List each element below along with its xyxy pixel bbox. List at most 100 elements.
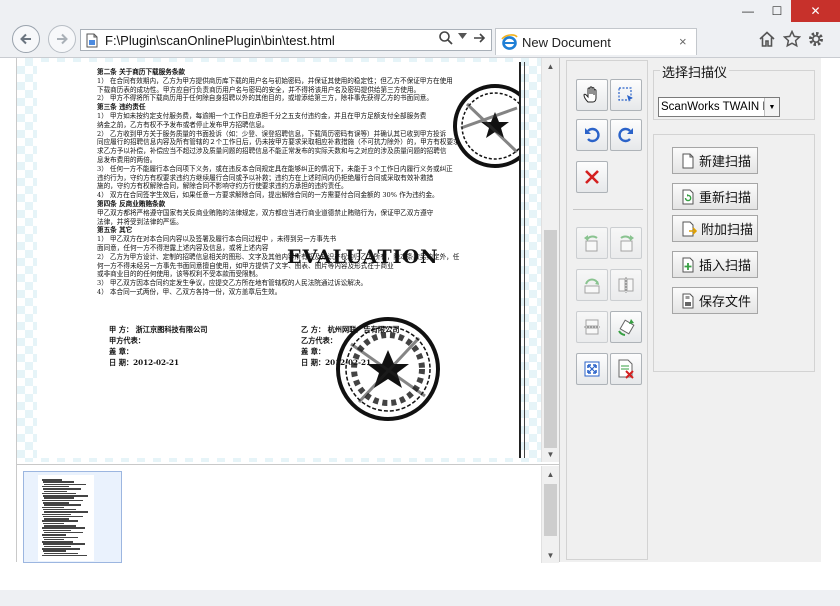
flip-icon xyxy=(584,319,600,335)
rotate-180-icon xyxy=(584,278,600,294)
thumbnail-text-line xyxy=(42,554,87,557)
scanner-group: 选择扫描仪 ScanWorks TWAIN Im ▼ xyxy=(653,62,815,120)
scroll-up-icon[interactable]: ▲ xyxy=(542,58,559,74)
thumbnail-text-line xyxy=(43,529,71,532)
scroll-down-icon[interactable]: ▼ xyxy=(542,547,559,563)
thumbnail-scrollbar[interactable]: ▲ ▼ xyxy=(541,466,559,563)
thumbnail-text-line xyxy=(44,511,88,513)
tab-close-button[interactable]: × xyxy=(679,34,687,49)
fit-size-icon xyxy=(584,361,600,377)
thumbnail-text-line xyxy=(44,504,81,506)
redo-button[interactable] xyxy=(610,119,642,151)
scanner-select[interactable]: ScanWorks TWAIN Im ▼ xyxy=(658,97,780,117)
rotate-arbitrary-button[interactable] xyxy=(610,311,642,343)
thumbnail-text-line xyxy=(44,545,71,548)
signature-row: 盖 章： 盖 章： xyxy=(109,346,509,357)
page-thumbnail[interactable] xyxy=(23,471,122,563)
rotate-right-button[interactable] xyxy=(610,227,642,259)
arrow-left-icon xyxy=(20,33,31,45)
rotate-left-button[interactable] xyxy=(576,227,608,259)
rotate-right-icon xyxy=(620,235,634,252)
hand-icon xyxy=(583,86,597,103)
signature-row: 日 期：2012-02-21 日 期：2012-02-21 xyxy=(109,357,509,368)
image-viewer[interactable]: 第二条 关于商历下载服务条款 1） 在合同有效期内，乙方为甲方提供商历库下载的用户… xyxy=(17,58,559,462)
scroll-up-icon[interactable]: ▲ xyxy=(542,466,559,482)
thumbnail-page-image xyxy=(38,475,94,561)
scan-plugin-area: 第二条 关于商历下载服务条款 1） 在合同有效期内，乙方为甲方提供商历库下载的用户… xyxy=(16,58,821,563)
thumbnail-text-line xyxy=(42,499,83,502)
thumbnail-text-line xyxy=(42,520,78,522)
back-button[interactable] xyxy=(12,25,40,53)
select-tool-button[interactable] xyxy=(610,79,642,111)
thumbnail-text-line xyxy=(44,497,74,499)
go-arrow-icon[interactable] xyxy=(472,30,488,46)
page-edge-line xyxy=(519,62,521,458)
window-maximize-button[interactable]: ☐ xyxy=(763,0,791,22)
signature-row: 甲 方： 浙江京图科技有限公司乙 方： 杭州网联广告有限公司 xyxy=(109,324,509,335)
gear-icon[interactable] xyxy=(807,30,825,48)
scroll-thumb[interactable] xyxy=(544,484,557,536)
home-icon[interactable] xyxy=(758,30,776,48)
scroll-down-icon[interactable]: ▼ xyxy=(542,446,559,462)
thumbnail-text-line xyxy=(44,525,76,527)
flip-button[interactable] xyxy=(576,311,608,343)
rotate-180-button[interactable] xyxy=(576,269,608,301)
forward-button[interactable] xyxy=(48,25,76,53)
search-icon[interactable] xyxy=(438,30,454,46)
new-scan-button[interactable]: 新建扫描 xyxy=(672,147,758,174)
pan-tool-button[interactable] xyxy=(576,79,608,111)
chevron-down-icon[interactable]: ▼ xyxy=(764,98,779,116)
tab-label: New Document xyxy=(522,35,611,50)
tool-palette xyxy=(566,60,648,560)
thumbnail-text-line xyxy=(43,508,76,511)
fit-size-button[interactable] xyxy=(576,353,608,385)
control-panel: 选择扫描仪 ScanWorks TWAIN Im ▼ 新建扫描 重新扫描 附加扫… xyxy=(559,58,821,562)
browser-frame-bottom xyxy=(0,590,840,606)
chevron-down-icon[interactable] xyxy=(458,33,467,39)
address-bar[interactable]: F:\Plugin\scanOnlinePlugin\bin\test.html xyxy=(80,29,492,51)
thumbnail-text-line xyxy=(43,481,74,483)
document-line: 或非商业目的的任何使用，该等权利不受本款而受限制。 xyxy=(97,270,262,279)
document-heading: 第四条 反商业贿赂条款 xyxy=(97,199,166,208)
evaluation-watermark: EVALUATION xyxy=(287,246,439,268)
append-scan-button[interactable]: 附加扫描 xyxy=(672,215,758,242)
document-line: 甲乙双方都将严格遵守国家有关反商业贿赂的法律规定，双方都应当进行商业道德禁止贿赂… xyxy=(97,208,434,217)
document-heading: 第二条 关于商历下载服务条款 xyxy=(97,68,186,76)
seal-stamp-icon xyxy=(336,317,440,421)
thumbnail-text-line xyxy=(43,495,88,497)
undo-icon xyxy=(585,127,600,143)
refresh-document-icon xyxy=(682,189,694,204)
mirror-icon xyxy=(618,277,634,293)
thumbnail-text-line xyxy=(42,548,80,550)
star-icon[interactable] xyxy=(783,30,801,48)
delete-button[interactable] xyxy=(576,161,608,193)
thumbnail-text-line xyxy=(43,488,81,490)
party-a-field: 盖 章： xyxy=(109,347,134,356)
viewer-scrollbar[interactable]: ▲ ▼ xyxy=(541,58,559,462)
window-close-button[interactable]: ✕ xyxy=(791,0,840,22)
rescan-button[interactable]: 重新扫描 xyxy=(672,183,758,210)
party-a-field: 甲方代表： xyxy=(109,336,145,345)
insert-scan-button[interactable]: 插入扫描 xyxy=(672,251,758,278)
document-line: 法律，并将受到法律的严惩。 xyxy=(97,217,183,226)
seal-stamp-icon xyxy=(453,84,521,168)
undo-button[interactable] xyxy=(576,119,608,151)
thumbnail-text-line xyxy=(42,527,85,529)
thumbnail-text-line xyxy=(43,543,85,545)
save-file-button[interactable]: 保存文件 xyxy=(672,287,758,314)
scroll-thumb[interactable] xyxy=(544,230,557,448)
document-heading: 第五条 其它 xyxy=(97,226,133,235)
remove-blank-button[interactable] xyxy=(610,353,642,385)
signature-block: 甲 方： 浙江京图科技有限公司乙 方： 杭州网联广告有限公司 甲方代表： 乙方代表：… xyxy=(109,324,509,368)
thumbnail-text-line xyxy=(42,506,64,509)
window-minimize-button[interactable]: — xyxy=(733,0,763,22)
mirror-button[interactable] xyxy=(610,269,642,301)
thumbnail-text-line xyxy=(44,552,78,555)
tab-new-document[interactable]: New Document × xyxy=(495,28,697,55)
thumbnail-text-line xyxy=(43,502,69,504)
thumbnail-text-line xyxy=(43,522,64,525)
document-line: 4） 本合同一式两份，甲、乙双方各持一份，双方盖章后生效。 xyxy=(97,287,282,296)
ie-icon xyxy=(501,34,518,50)
thumbnail-text-line xyxy=(44,518,69,520)
scan-actions-group: 新建扫描 重新扫描 附加扫描 插入扫描 保存文件 xyxy=(653,134,815,372)
